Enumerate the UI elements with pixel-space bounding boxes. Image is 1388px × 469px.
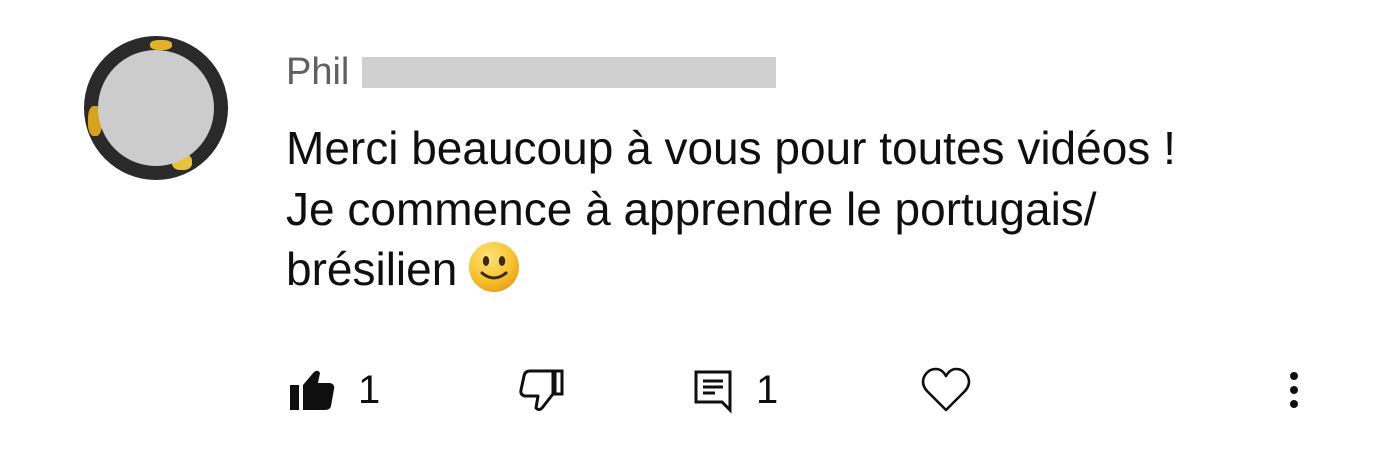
heart-button[interactable] bbox=[920, 360, 972, 420]
like-button[interactable]: 1 bbox=[288, 360, 380, 420]
dislike-button[interactable] bbox=[517, 360, 565, 420]
reply-count: 1 bbox=[756, 368, 779, 412]
more-options-button[interactable] bbox=[1280, 360, 1308, 420]
comment-reply-icon bbox=[692, 366, 734, 414]
author-avatar[interactable] bbox=[84, 36, 228, 180]
comment-text: Merci beaucoup à vous pour toutes vidéos… bbox=[286, 118, 1346, 300]
thumbs-up-filled-icon bbox=[288, 368, 336, 412]
comment-text-line: Merci beaucoup à vous pour toutes vidéos… bbox=[286, 122, 1176, 174]
slightly-smiling-face-emoji bbox=[467, 240, 521, 294]
comment-actions: 1 1 bbox=[0, 360, 1388, 420]
heart-outline-icon bbox=[920, 366, 972, 414]
comment-text-line-last: brésilien bbox=[286, 239, 1346, 300]
avatar-image-fragment bbox=[150, 40, 172, 50]
more-vertical-icon bbox=[1280, 366, 1308, 414]
reply-button[interactable]: 1 bbox=[692, 360, 778, 420]
thumbs-down-outline-icon bbox=[517, 367, 565, 413]
author-details-redaction bbox=[362, 57, 776, 88]
avatar-redaction bbox=[98, 50, 214, 166]
comment: Phil Merci beaucoup à vous pour toutes v… bbox=[0, 0, 1388, 469]
comment-text-line: brésilien bbox=[286, 243, 458, 295]
comment-text-line: Je commence à apprendre le portugais/ bbox=[286, 182, 1097, 235]
like-count: 1 bbox=[358, 368, 381, 412]
author-name[interactable]: Phil bbox=[286, 50, 349, 94]
